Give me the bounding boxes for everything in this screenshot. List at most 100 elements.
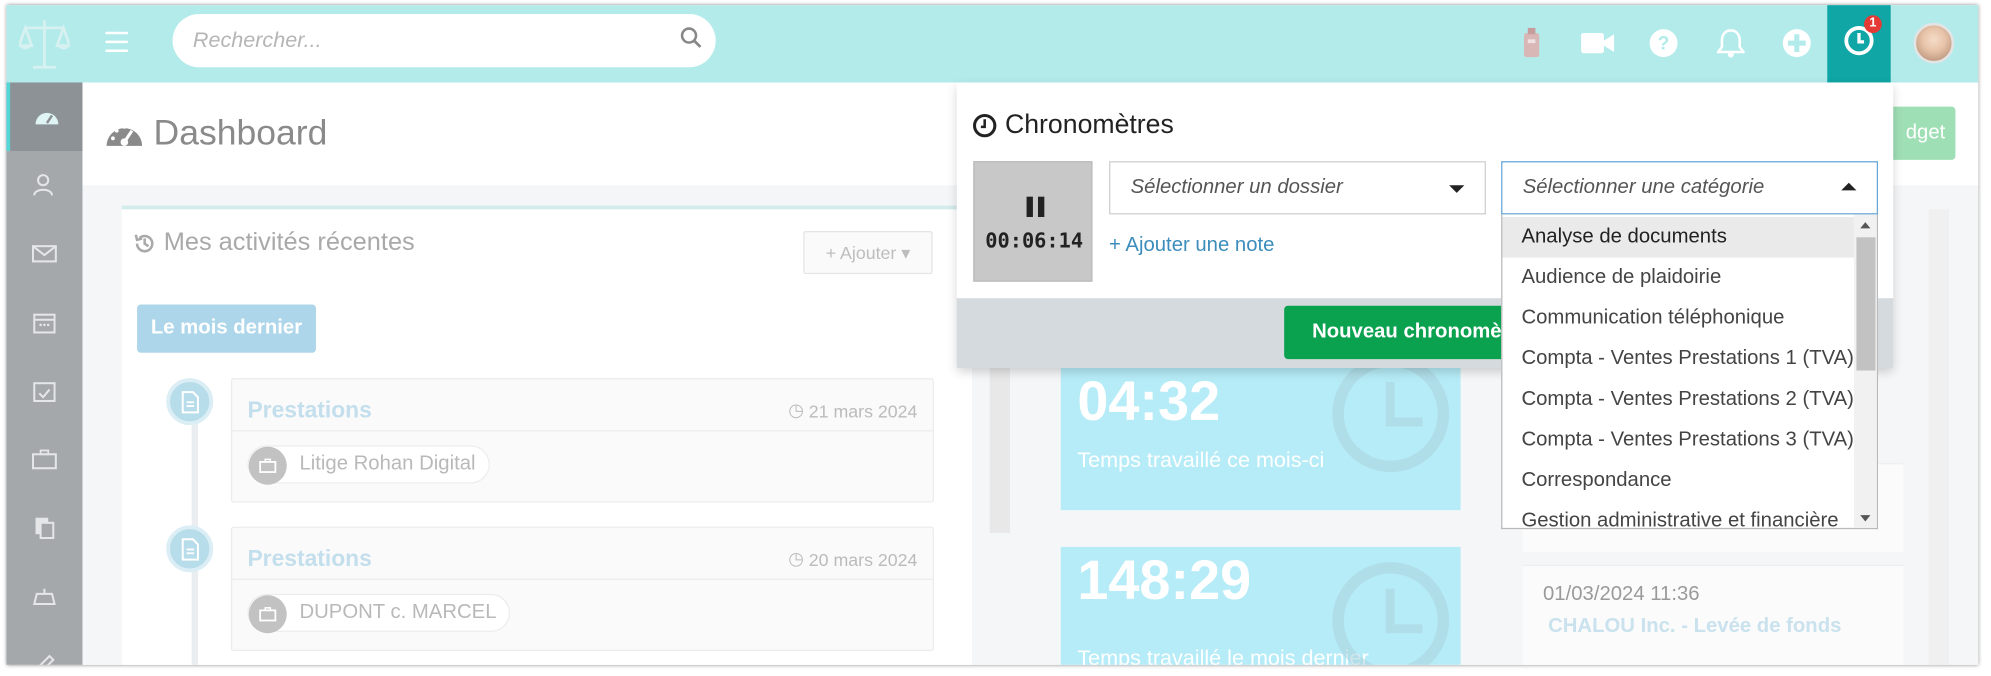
elapsed-time: 00:06:14	[985, 228, 1084, 253]
folder-select[interactable]: Sélectionner un dossier	[1109, 161, 1486, 215]
add-icon[interactable]	[1777, 23, 1818, 64]
divider	[232, 578, 933, 580]
stopwatch-panel-title: Chronomètres	[972, 110, 1174, 140]
stat-card-this-month: 04:32 Temps travaillé ce mois-ci	[1060, 367, 1461, 511]
documents-icon	[35, 517, 55, 540]
category-option[interactable]: Compta - Ventes Prestations 1 (TVA)	[1502, 339, 1853, 380]
add-activity-label: Ajouter	[840, 241, 897, 263]
scroll-up-arrow-icon[interactable]	[1860, 222, 1871, 229]
category-option[interactable]: Audience de plaidoirie	[1502, 258, 1853, 299]
case-chip[interactable]: DUPONT c. MARCEL	[247, 593, 511, 634]
sidebar-item-tasks[interactable]	[6, 357, 82, 426]
briefcase-icon	[248, 446, 287, 485]
folder-select-placeholder: Sélectionner un dossier	[1130, 176, 1343, 198]
clock-icon: ◷	[788, 399, 804, 421]
add-activity-button[interactable]: + Ajouter ▾	[803, 230, 933, 275]
dashboard-gauge-icon	[34, 112, 58, 125]
sidebar-item-calendar[interactable]	[6, 288, 82, 357]
scroll-down-arrow-icon[interactable]	[1860, 515, 1871, 522]
stopwatch-title-text: Chronomètres	[1004, 110, 1174, 140]
caret-up-icon	[1841, 182, 1857, 191]
stat-value: 04:32	[1077, 370, 1221, 433]
new-stopwatch-label: Nouveau chronomètre	[1312, 321, 1505, 343]
history-icon	[134, 233, 154, 252]
briefcase-icon	[248, 595, 287, 634]
search-icon[interactable]	[680, 27, 703, 56]
document-icon	[166, 378, 214, 426]
app-window: ? 1	[6, 5, 1979, 665]
clock-icon	[973, 113, 997, 138]
calendar-icon	[33, 313, 56, 334]
activity-date: ◷ 20 mars 2024	[788, 548, 917, 570]
sidebar	[6, 82, 83, 665]
category-option[interactable]: Communication téléphonique	[1502, 298, 1853, 339]
scales-logo-icon[interactable]	[6, 5, 82, 82]
category-option[interactable]: Correspondance	[1502, 461, 1853, 502]
timer-toggle[interactable]: 00:06:14	[973, 161, 1093, 282]
case-chip[interactable]: Litige Rohan Digital	[247, 445, 490, 485]
activities-title-text: Mes activités récentes	[163, 228, 415, 257]
video-call-icon[interactable]	[1577, 23, 1618, 64]
document-icon	[166, 525, 214, 573]
stat-label: Temps travaillé ce mois-ci	[1077, 447, 1325, 473]
category-option[interactable]: Compta - Ventes Prestations 2 (TVA)	[1502, 379, 1853, 420]
pause-icon	[1026, 196, 1045, 217]
activity-date: ◷ 21 mars 2024	[788, 400, 917, 422]
recent-date: 01/03/2024 11:36	[1543, 583, 1700, 606]
search-input[interactable]	[172, 13, 716, 68]
extension-icon[interactable]	[1511, 23, 1552, 64]
stat-label: Temps travaillé le mois dernier	[1077, 645, 1369, 665]
sidebar-item-cases[interactable]	[6, 425, 82, 494]
svg-text:?: ?	[1658, 33, 1670, 54]
envelope-icon	[31, 245, 57, 263]
edit-icon	[39, 654, 55, 665]
activity-card[interactable]: Prestations ◷ 20 mars 2024 DUPONT c. MARC…	[230, 526, 934, 651]
category-dropdown-list: Analyse de documents Audience de plaidoi…	[1501, 214, 1879, 530]
bell-icon[interactable]	[1711, 23, 1752, 64]
top-navbar: ? 1	[6, 5, 1979, 83]
briefcase-icon	[31, 449, 57, 470]
activity-card[interactable]: Prestations ◷ 21 mars 2024 Litige Rohan D…	[230, 378, 934, 503]
menu-toggle-icon[interactable]	[105, 29, 129, 54]
category-select[interactable]: Sélectionner une catégorie	[1501, 161, 1879, 215]
caret-down-icon: ▾	[901, 241, 911, 263]
month-label: Le mois dernier	[137, 304, 316, 353]
help-icon[interactable]: ?	[1643, 23, 1684, 64]
scrollbar[interactable]	[1928, 209, 1950, 665]
stat-value: 148:29	[1077, 549, 1252, 612]
page-title: Dashboard	[153, 112, 328, 153]
scrollbar[interactable]	[989, 367, 1011, 533]
stopwatch-toggle-button[interactable]: 1	[1827, 5, 1891, 83]
sidebar-item-documents[interactable]	[6, 494, 82, 563]
clock-icon	[1332, 367, 1450, 473]
contacts-icon	[33, 174, 54, 196]
notification-badge: 1	[1864, 15, 1882, 33]
category-option[interactable]: Analyse de documents	[1502, 216, 1854, 258]
category-option[interactable]: Gestion administrative et financière	[1502, 501, 1853, 528]
activity-title: Prestations	[247, 545, 372, 572]
sidebar-item-contacts[interactable]	[6, 151, 82, 220]
activity-title: Prestations	[247, 397, 372, 423]
category-option[interactable]: Compta - Ventes Prestations 3 (TVA)	[1502, 420, 1853, 461]
recent-item[interactable]: 01/03/2024 11:36 CHALOU Inc. - Levée de …	[1522, 564, 1904, 665]
activity-date-text: 21 mars 2024	[808, 400, 918, 421]
user-avatar[interactable]	[1913, 22, 1955, 64]
clock-icon: ◷	[788, 548, 804, 569]
scrollbar-thumb[interactable]	[1856, 237, 1876, 371]
plus-icon: +	[825, 241, 837, 263]
clock-icon	[1332, 562, 1450, 665]
add-note-link[interactable]: + Ajouter une note	[1109, 235, 1274, 258]
sidebar-item-notes[interactable]	[6, 631, 82, 665]
calendar-check-icon	[33, 382, 56, 402]
dashboard-icon	[105, 118, 143, 155]
case-name: DUPONT c. MARCEL	[299, 601, 497, 624]
activity-date-text: 20 mars 2024	[808, 548, 918, 570]
recent-case: CHALOU Inc. - Levée de fonds	[1548, 615, 1842, 638]
sidebar-item-billing[interactable]	[6, 562, 82, 631]
sidebar-item-dashboard[interactable]	[6, 82, 83, 152]
stat-card-last-month: 148:29 Temps travaillé le mois dernier	[1060, 546, 1461, 665]
sidebar-item-mail[interactable]	[6, 220, 82, 289]
new-stopwatch-button[interactable]: Nouveau chronomètre	[1284, 305, 1505, 360]
case-name: Litige Rohan Digital	[299, 453, 476, 475]
dropdown-scrollbar[interactable]	[1853, 214, 1877, 528]
